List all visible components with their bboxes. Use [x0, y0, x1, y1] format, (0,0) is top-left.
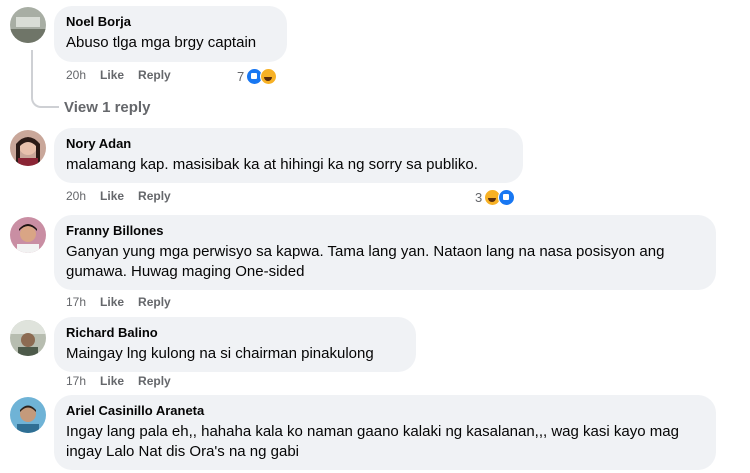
comment-text: Ganyan yung mga perwisyo sa kapwa. Tama …	[66, 243, 665, 280]
comment-time[interactable]: 20h	[66, 189, 86, 203]
comment-actions: 17h Like Reply	[66, 295, 185, 309]
avatar[interactable]	[10, 7, 46, 43]
comment-actions: 17h Like Reply	[66, 374, 185, 388]
comment-bubble: Nory Adan malamang kap. masisibak ka at …	[54, 128, 523, 183]
comment-actions: 20h Like Reply	[66, 189, 185, 203]
commenter-name[interactable]: Nory Adan	[66, 136, 511, 152]
haha-icon	[260, 67, 278, 85]
thread-connector	[31, 50, 59, 108]
comment-text: Abuso tlga mga brgy captain	[66, 34, 257, 51]
comment-text: Maingay lng kulong na si chairman pinaku…	[66, 345, 374, 362]
commenter-name[interactable]: Franny Billones	[66, 223, 704, 239]
avatar[interactable]	[10, 320, 46, 356]
comment-bubble: Ariel Casinillo Araneta Ingay lang pala …	[54, 395, 716, 470]
avatar[interactable]	[10, 217, 46, 253]
reaction-count: 7	[237, 68, 245, 84]
comment-bubble: Franny Billones Ganyan yung mga perwisyo…	[54, 215, 716, 290]
reply-button[interactable]: Reply	[138, 374, 171, 388]
comment-bubble: Richard Balino Maingay lng kulong na si …	[54, 317, 416, 372]
comment-bubble: Noel Borja Abuso tlga mga brgy captain	[54, 6, 287, 62]
reply-button[interactable]: Reply	[138, 189, 171, 203]
like-button[interactable]: Like	[100, 374, 124, 388]
reaction-count: 3	[475, 189, 483, 205]
reaction-summary[interactable]: 7	[237, 67, 278, 85]
reaction-summary[interactable]: 3	[475, 188, 516, 206]
commenter-name[interactable]: Noel Borja	[66, 14, 275, 30]
commenter-name[interactable]: Richard Balino	[66, 325, 404, 341]
avatar[interactable]	[10, 397, 46, 433]
reply-button[interactable]: Reply	[138, 68, 171, 82]
commenter-name[interactable]: Ariel Casinillo Araneta	[66, 403, 704, 419]
comment-actions: 20h Like Reply	[66, 68, 185, 82]
reply-button[interactable]: Reply	[138, 295, 171, 309]
comment-text: malamang kap. masisibak ka at hihingi ka…	[66, 156, 478, 173]
like-button[interactable]: Like	[100, 189, 124, 203]
like-icon	[498, 188, 516, 206]
like-button[interactable]: Like	[100, 68, 124, 82]
comment-time[interactable]: 17h	[66, 295, 86, 309]
comment-text: Ingay lang pala eh,, hahaha kala ko nama…	[66, 423, 679, 460]
like-button[interactable]: Like	[100, 295, 124, 309]
avatar[interactable]	[10, 130, 46, 166]
view-replies-link[interactable]: View 1 reply	[64, 99, 150, 117]
comment-time[interactable]: 20h	[66, 68, 86, 82]
comment-time[interactable]: 17h	[66, 374, 86, 388]
